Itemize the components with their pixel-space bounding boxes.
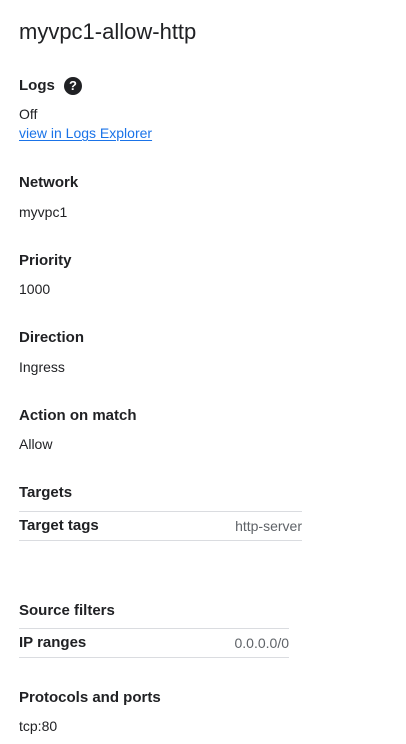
direction-label: Direction — [19, 329, 85, 346]
view-in-logs-explorer-link[interactable]: view in Logs Explorer — [19, 124, 152, 142]
network-label: Network — [19, 174, 79, 191]
logs-value: Off — [19, 106, 38, 122]
targets-label: Targets — [19, 484, 73, 501]
target-tags-key: Target tags — [19, 517, 99, 534]
source-filters-label: Source filters — [19, 602, 115, 619]
ip-ranges-row: IP ranges 0.0.0.0/0 — [19, 628, 289, 658]
network-value: myvpc1 — [19, 204, 68, 220]
target-tags-row: Target tags http-server — [19, 511, 302, 541]
direction-value: Ingress — [19, 359, 65, 375]
action-on-match-value: Allow — [19, 436, 53, 452]
priority-label: Priority — [19, 252, 72, 269]
priority-value: 1000 — [19, 281, 51, 297]
ip-ranges-value: 0.0.0.0/0 — [234, 635, 290, 651]
logs-label: Logs — [19, 77, 55, 94]
protocols-and-ports-label: Protocols and ports — [19, 689, 161, 706]
help-circle-icon[interactable]: ? — [64, 77, 82, 95]
target-tags-value: http-server — [235, 518, 302, 534]
page-title: myvpc1-allow-http — [19, 19, 197, 44]
protocols-and-ports-value: tcp:80 — [19, 718, 58, 734]
action-on-match-label: Action on match — [19, 407, 137, 424]
ip-ranges-key: IP ranges — [19, 634, 87, 651]
